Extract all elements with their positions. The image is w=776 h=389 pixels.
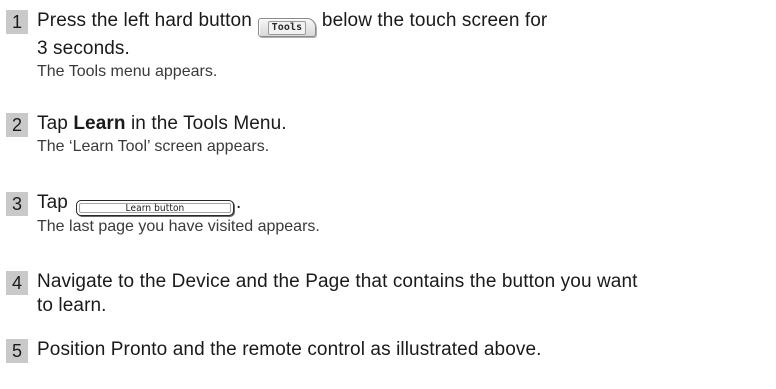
learn-button-icon: Learn button <box>75 200 234 216</box>
step-instruction-cont: 3 seconds. <box>37 38 130 59</box>
step-body: Press the left hard button Tools below the… <box>37 9 772 83</box>
step-instruction: Press the left hard button Tools below the… <box>37 9 772 37</box>
step-number: 2 <box>6 113 28 137</box>
step-body: Position Pronto and the remote control a… <box>37 338 772 362</box>
manual-page: { "steps": [ { "number": "1", "line1_bef… <box>0 0 776 389</box>
step-number: 1 <box>6 10 28 34</box>
step-text: Tap <box>37 192 68 213</box>
tools-button-label: Tools <box>267 21 307 35</box>
step-text: . <box>235 192 242 213</box>
step-bold-term: Learn <box>73 113 126 134</box>
step-number: 4 <box>6 271 28 295</box>
step-result: The last page you have visited appears. <box>37 218 320 235</box>
step-text: below the touch screen for <box>321 10 548 31</box>
step-body: Navigate to the Device and the Page that… <box>37 270 772 318</box>
step-number: 3 <box>6 192 28 216</box>
step-instruction: Navigate to the Device and the Page that… <box>37 271 638 292</box>
step-instruction: Tap Learn in the Tools Menu. <box>37 112 772 136</box>
step-text: Tap <box>37 113 68 134</box>
step-body: Tap Learn in the Tools Menu. The ‘Learn … <box>37 112 772 158</box>
tools-hard-button-icon: Tools <box>257 18 316 37</box>
step-instruction: Tap Learn button. <box>37 191 772 216</box>
step-result: The Tools menu appears. <box>37 63 218 80</box>
step-number: 5 <box>6 339 28 363</box>
step-instruction: Position Pronto and the remote control a… <box>37 339 542 360</box>
step-text: Press the left hard button <box>37 10 252 31</box>
step-result: The ‘Learn Tool’ screen appears. <box>37 138 270 155</box>
step-body: Tap Learn button. The last page you have … <box>37 191 772 238</box>
step-instruction-cont: to learn. <box>37 295 107 316</box>
step-text: in the Tools Menu. <box>130 113 287 134</box>
